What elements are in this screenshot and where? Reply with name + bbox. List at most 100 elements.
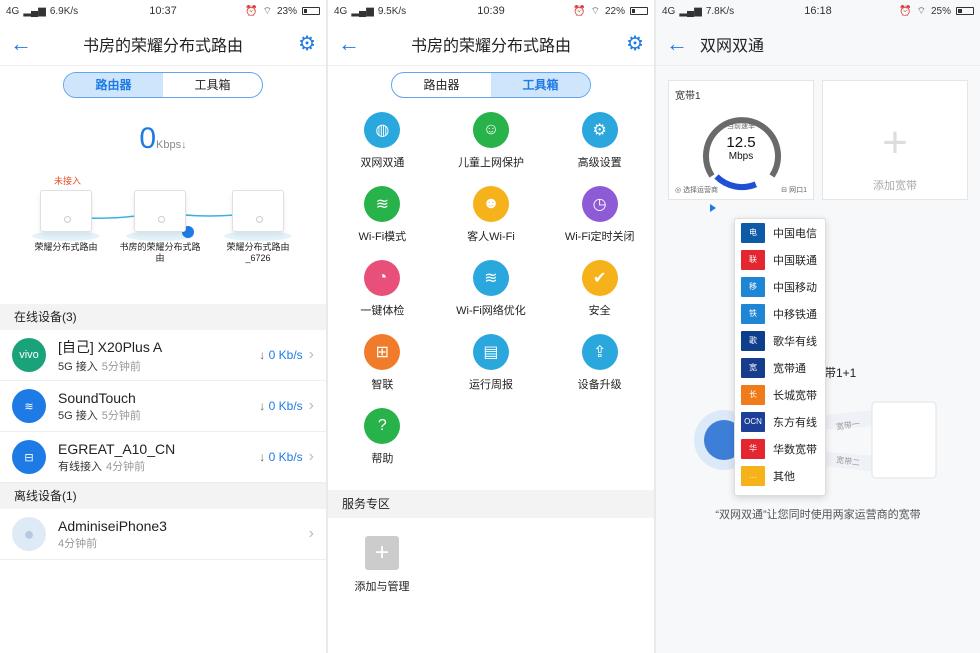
- isp-option[interactable]: 歌歌华有线: [735, 327, 825, 354]
- page-title: 书房的荣耀分布式路由: [410, 37, 571, 55]
- gear-icon[interactable]: ⚙: [286, 31, 316, 56]
- status-bar: 4G ▂▄▆ 9.5K/s 10:39 ⏰ ⌔ 22%: [328, 0, 654, 22]
- add-manage-label: 添加与管理: [354, 581, 410, 593]
- gears-icon: ⚙: [581, 112, 618, 148]
- tool-label: 高级设置: [577, 157, 622, 169]
- isp-option[interactable]: 铁中移铁通: [735, 300, 825, 327]
- device-access: 有线接入: [58, 460, 102, 473]
- tool-item[interactable]: ✔ 安全: [545, 260, 654, 334]
- battery-percent: 25%: [930, 5, 951, 17]
- title-bar: ← 书房的荣耀分布式路由 ⚙: [328, 22, 654, 66]
- tab-toolbox[interactable]: 工具箱: [491, 73, 590, 97]
- tool-item[interactable]: ☻ 客人Wi-Fi: [437, 186, 546, 260]
- clock: 10:37: [149, 5, 177, 17]
- tool-item[interactable]: ⇪ 设备升级: [545, 334, 654, 408]
- isp-name: 中国电信: [773, 227, 817, 240]
- chevron-right-icon: ›: [308, 346, 314, 363]
- tool-label: 智联: [371, 379, 394, 391]
- network-type: 4G: [6, 5, 20, 17]
- device-rate: 0 Kb/s: [268, 399, 303, 413]
- tool-item[interactable]: ☺ 儿童上网保护: [437, 112, 546, 186]
- tool-item[interactable]: ? 帮助: [328, 408, 437, 482]
- alarm-icon: ⏰: [245, 5, 258, 17]
- network-type: 4G: [662, 5, 676, 17]
- clock: 10:39: [477, 5, 505, 17]
- battery-icon: [956, 7, 974, 15]
- status-bar: 4G ▂▄▆ 7.8K/s 16:18 ⏰ ⌔ 25%: [656, 0, 980, 22]
- isp-option[interactable]: 移中国移动: [735, 273, 825, 300]
- isp-option[interactable]: 华华数宽带: [735, 435, 825, 462]
- dropdown-pointer-icon: [710, 204, 716, 212]
- wifi-status-icon: ⌔: [916, 5, 926, 17]
- isp-option[interactable]: OCN 东方有线: [735, 408, 825, 435]
- tool-item[interactable]: ≋ Wi-Fi网络优化: [437, 260, 546, 334]
- speed-unit: Mbps: [728, 151, 754, 162]
- clock: 16:18: [804, 5, 832, 17]
- isp-name: 中国联通: [773, 254, 817, 267]
- device-name: AdminiseiPhone3: [58, 517, 167, 534]
- isp-option[interactable]: 长长城宽带: [735, 381, 825, 408]
- net-speed: 6.9K/s: [49, 5, 79, 17]
- tool-item[interactable]: ▤ 运行周报: [437, 334, 546, 408]
- tool-label: 设备升级: [577, 379, 622, 391]
- battery-fill: [632, 9, 636, 13]
- gear-icon[interactable]: ⚙: [614, 31, 644, 56]
- device-access: 5G 接入: [58, 360, 98, 373]
- wifi-icon: ≋: [364, 186, 401, 222]
- router-label: 书房的荣耀分布式路由: [119, 242, 201, 263]
- plus-icon: +: [882, 118, 908, 167]
- speed-value: 0: [139, 122, 157, 155]
- tool-item[interactable]: ⚙ 高级设置: [545, 112, 654, 186]
- isp-option[interactable]: 联中国联通: [735, 246, 825, 273]
- tab-toolbox[interactable]: 工具箱: [163, 73, 262, 97]
- apple-icon: ●: [12, 517, 46, 551]
- tool-item[interactable]: ◷ Wi-Fi定时关闭: [545, 186, 654, 260]
- topology-links: [32, 211, 292, 241]
- router-node-right[interactable]: [232, 190, 284, 232]
- device-access: 5G 接入: [58, 409, 98, 422]
- chevron-right-icon: ›: [308, 525, 314, 542]
- device-row[interactable]: ● AdminiseiPhone3 4分钟前 ›: [0, 509, 326, 560]
- tab-router[interactable]: 路由器: [392, 73, 491, 97]
- tab-router[interactable]: 路由器: [64, 73, 163, 97]
- back-arrow-icon[interactable]: ←: [10, 32, 40, 55]
- isp-option[interactable]: 电中国电信: [735, 219, 825, 246]
- broadband-card-1[interactable]: 宽带1 当前速率 12.5 Mbps ◎ 选择运营商 ⊟ 网口1: [668, 80, 814, 200]
- net-speed: 9.5K/s: [377, 5, 407, 17]
- device-row[interactable]: vivo [自己] X20Plus A 5G 接入 5分钟前 ↓ 0 Kb/s ›: [0, 330, 326, 381]
- net-speed: 7.8K/s: [705, 5, 735, 17]
- speed-value: 12.5: [726, 134, 756, 151]
- device-row[interactable]: ⊟ EGREAT_A10_CN 有线接入 4分钟前 ↓ 0 Kb/s ›: [0, 432, 326, 483]
- battery-fill: [304, 9, 308, 13]
- isp-logo-icon: 宽: [741, 357, 765, 378]
- dual-wan-screen: 4G ▂▄▆ 7.8K/s 16:18 ⏰ ⌔ 25% ← 双网双通 宽带1 当前速率 …: [656, 0, 980, 653]
- download-arrow-icon: ↓: [259, 399, 269, 413]
- tool-item[interactable]: ≋ Wi-Fi模式: [328, 186, 437, 260]
- download-arrow-icon: ↓: [259, 348, 269, 362]
- checkup-icon: ◔: [364, 260, 401, 296]
- plus-icon: +: [365, 536, 399, 570]
- signal-icon: ▂▄▆: [351, 5, 374, 17]
- add-broadband-card[interactable]: + 添加宽带: [822, 80, 968, 200]
- isp-option[interactable]: … 其他: [735, 462, 825, 489]
- isp-dropdown: 电中国电信联中国联通移中国移动铁中移铁通歌歌华有线宽宽带通长长城宽带 OCN 东方有…: [734, 218, 826, 496]
- back-arrow-icon[interactable]: ←: [338, 32, 368, 55]
- chevron-right-icon: ›: [308, 448, 314, 465]
- tool-label: Wi-Fi模式: [358, 231, 407, 243]
- choose-isp-button[interactable]: ◎ 选择运营商: [675, 185, 718, 195]
- isp-option[interactable]: 宽宽带通: [735, 354, 825, 381]
- tool-item[interactable]: ◔ 一键体检: [328, 260, 437, 334]
- online-devices-header: 在线设备(3): [0, 304, 326, 330]
- add-manage-button[interactable]: + 添加与管理: [328, 536, 436, 594]
- router-node-center[interactable]: [134, 190, 186, 232]
- tool-item[interactable]: ◍ 双网双通: [328, 112, 437, 186]
- isp-icon: ◎: [675, 187, 684, 194]
- isp-name: 其他: [773, 470, 795, 483]
- tool-label: 一键体检: [360, 305, 405, 317]
- router-node-left[interactable]: [40, 190, 92, 232]
- device-row[interactable]: ≋ SoundTouch 5G 接入 5分钟前 ↓ 0 Kb/s ›: [0, 381, 326, 432]
- router-label: 荣耀分布式路由_6726: [226, 242, 290, 263]
- back-arrow-icon[interactable]: ←: [666, 32, 696, 55]
- offline-devices-header: 离线设备(1): [0, 483, 326, 509]
- tool-item[interactable]: ⊞ 智联: [328, 334, 437, 408]
